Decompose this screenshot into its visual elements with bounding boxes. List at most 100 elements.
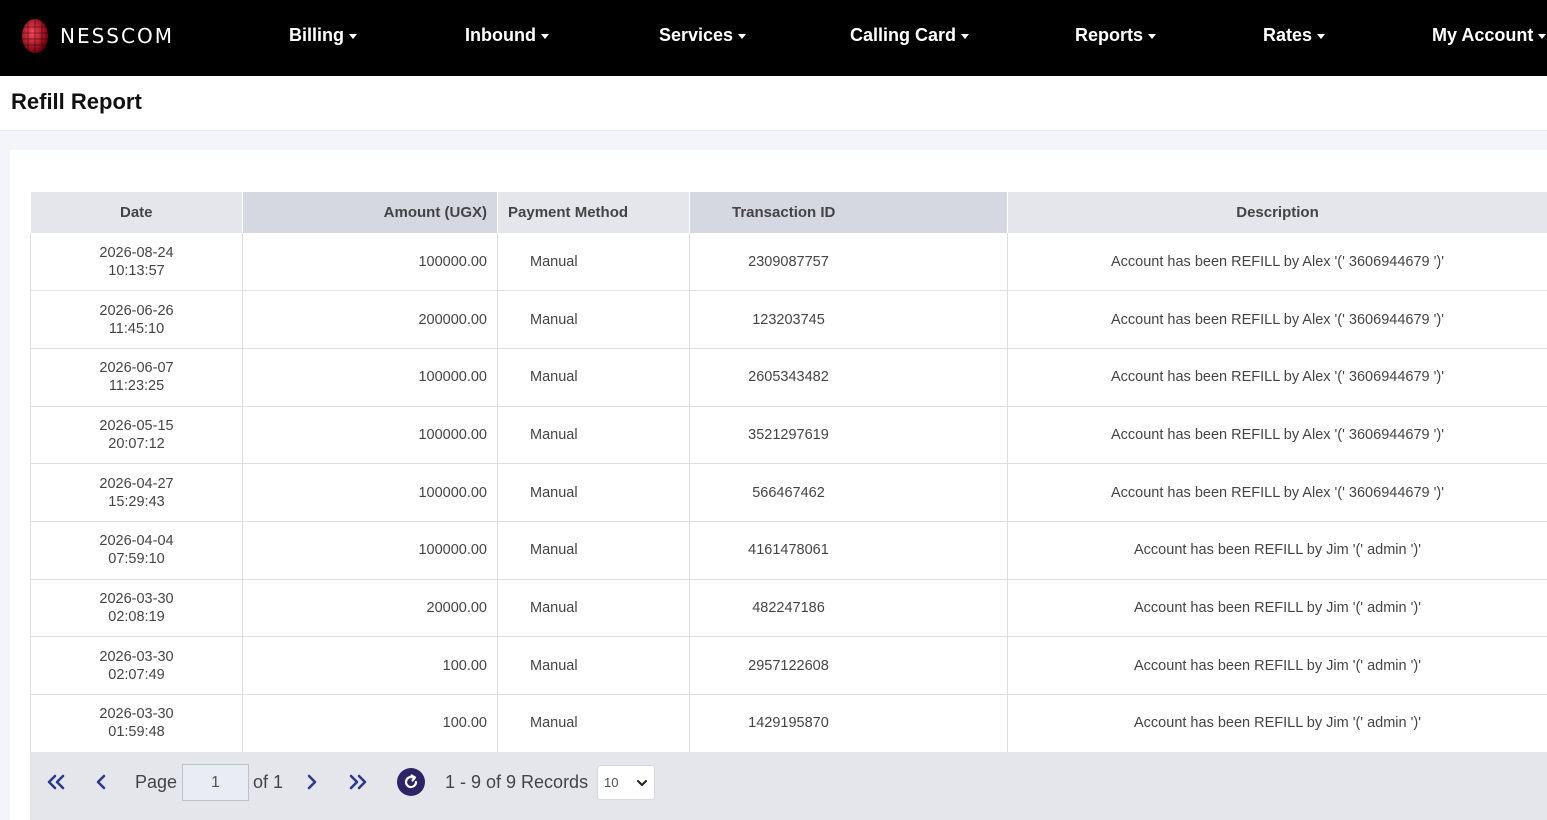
column-header-payment-method[interactable]: Payment Method (497, 192, 690, 233)
cell-date: 2026-03-30 02:07:49 (30, 636, 243, 695)
date-value: 2026-05-15 (99, 417, 174, 434)
cell-transaction-id: 2309087757 (689, 233, 1008, 292)
cell-date: 2026-08-24 10:13:57 (30, 233, 243, 292)
table-row[interactable]: 2026-03-30 01:59:48 100.00 Manual 1429195870… (30, 694, 1547, 753)
nav-label: Billing (289, 24, 344, 45)
cell-description: Account has been REFILL by Alex '(' 3606… (1007, 463, 1547, 522)
first-page-button[interactable] (44, 770, 68, 794)
cell-payment-method: Manual (497, 233, 690, 292)
table-row[interactable]: 2026-04-04 07:59:10 100000.00 Manual 4161478… (30, 521, 1547, 580)
column-header-transaction-id[interactable]: Transaction ID (689, 192, 1008, 233)
time-value: 10:13:57 (108, 262, 165, 279)
date-value: 2026-04-27 (99, 475, 174, 492)
time-value: 01:59:48 (108, 724, 165, 741)
date-value: 2026-08-24 (99, 244, 174, 261)
cell-description: Account has been REFILL by Jim '(' admin… (1007, 579, 1547, 638)
caret-down-icon (961, 33, 970, 39)
refresh-button[interactable] (397, 768, 425, 796)
prev-page-button[interactable] (89, 770, 113, 794)
nav-label: Inbound (465, 24, 536, 45)
cell-description: Account has been REFILL by Jim '(' admin… (1007, 636, 1547, 695)
table-body: 2026-08-24 10:13:57 100000.00 Manual 2309087… (30, 233, 1547, 753)
cell-amount: 100000.00 (242, 521, 498, 580)
time-value: 15:29:43 (108, 493, 165, 510)
cell-description: Account has been REFILL by Jim '(' admin… (1007, 694, 1547, 753)
caret-down-icon (1148, 33, 1157, 39)
cell-transaction-id: 3521297619 (689, 406, 1008, 465)
cell-amount: 100000.00 (242, 406, 498, 465)
cell-description: Account has been REFILL by Alex '(' 3606… (1007, 406, 1547, 465)
chevron-down-icon (637, 780, 647, 786)
date-value: 2026-03-30 (99, 706, 174, 723)
brand-name: NESSCOM (60, 24, 174, 48)
nav-my-account[interactable]: My Account (1432, 22, 1547, 48)
column-header-amount[interactable]: Amount (UGX) (242, 192, 498, 233)
cell-payment-method: Manual (497, 290, 690, 349)
cell-description: Account has been REFILL by Jim '(' admin… (1007, 521, 1547, 580)
refill-report-table: Date Amount (UGX) Payment Method Transac… (30, 192, 1547, 753)
cell-transaction-id: 566467462 (689, 463, 1008, 522)
cell-payment-method: Manual (497, 579, 690, 638)
cell-description: Account has been REFILL by Alex '(' 3606… (1007, 290, 1547, 349)
nav-label: Reports (1075, 24, 1144, 45)
table-header-row: Date Amount (UGX) Payment Method Transac… (30, 192, 1547, 233)
cell-transaction-id: 2605343482 (689, 348, 1008, 407)
top-navbar: NESSCOM Billing Inbound Services Calling… (0, 0, 1547, 76)
nav-billing[interactable]: Billing (289, 22, 357, 48)
cell-date: 2026-06-07 11:23:25 (30, 348, 243, 407)
cell-payment-method: Manual (497, 348, 690, 407)
page-number-input[interactable] (182, 764, 249, 801)
column-header-date[interactable]: Date (30, 192, 243, 233)
cell-amount: 100.00 (242, 636, 498, 695)
page-size-value: 10 (604, 775, 619, 790)
nav-inbound[interactable]: Inbound (465, 22, 549, 48)
table-row[interactable]: 2026-06-07 11:23:25 100000.00 Manual 2605343… (30, 348, 1547, 407)
table-row[interactable]: 2026-04-27 15:29:43 100000.00 Manual 5664674… (30, 463, 1547, 522)
page-of-label: of 1 (253, 771, 284, 792)
table-row[interactable]: 2026-03-30 02:07:49 100.00 Manual 2957122608… (30, 636, 1547, 695)
cell-payment-method: Manual (497, 694, 690, 753)
cell-date: 2026-04-04 07:59:10 (30, 521, 243, 580)
double-chevron-left-icon (47, 774, 65, 790)
time-value: 02:07:49 (108, 666, 165, 683)
nav-calling-card[interactable]: Calling Card (850, 22, 970, 48)
page-header: Refill Report (0, 76, 1547, 131)
nav-reports[interactable]: Reports (1075, 22, 1157, 48)
records-summary: 1 - 9 of 9 Records (445, 771, 589, 792)
cell-transaction-id: 1429195870 (689, 694, 1008, 753)
cell-description: Account has been REFILL by Alex '(' 3606… (1007, 233, 1547, 292)
next-page-button[interactable] (300, 770, 324, 794)
cell-amount: 20000.00 (242, 579, 498, 638)
cell-amount: 200000.00 (242, 290, 498, 349)
double-chevron-right-icon (349, 774, 367, 790)
time-value: 07:59:10 (108, 551, 165, 568)
nav-rates[interactable]: Rates (1263, 22, 1326, 48)
time-value: 02:08:19 (108, 608, 165, 625)
page-size-select[interactable]: 10 (597, 765, 655, 800)
date-value: 2026-06-07 (99, 360, 174, 377)
cell-payment-method: Manual (497, 463, 690, 522)
cell-transaction-id: 123203745 (689, 290, 1008, 349)
cell-date: 2026-03-30 02:08:19 (30, 579, 243, 638)
table-row[interactable]: 2026-05-15 20:07:12 100000.00 Manual 3521297… (30, 406, 1547, 465)
time-value: 20:07:12 (108, 435, 165, 452)
pagination-bar: Page of 1 1 - 9 of 9 Records 10 (30, 752, 1547, 820)
cell-transaction-id: 4161478061 (689, 521, 1008, 580)
cell-transaction-id: 2957122608 (689, 636, 1008, 695)
last-page-button[interactable] (346, 770, 370, 794)
brand-logo[interactable]: NESSCOM (20, 16, 174, 56)
nav-services[interactable]: Services (659, 22, 747, 48)
caret-down-icon (349, 33, 357, 39)
table-row[interactable]: 2026-03-30 02:08:19 20000.00 Manual 48224718… (30, 579, 1547, 638)
column-header-description[interactable]: Description (1007, 192, 1547, 233)
cell-payment-method: Manual (497, 521, 690, 580)
table-row[interactable]: 2026-06-26 11:45:10 200000.00 Manual 1232037… (30, 290, 1547, 349)
caret-down-icon (540, 33, 549, 39)
caret-down-icon (1538, 33, 1547, 39)
date-value: 2026-03-30 (99, 590, 174, 607)
nav-label: Calling Card (850, 24, 957, 45)
page-label: Page (135, 771, 178, 792)
refresh-icon (404, 774, 418, 789)
table-row[interactable]: 2026-08-24 10:13:57 100000.00 Manual 2309087… (30, 233, 1547, 292)
caret-down-icon (1317, 33, 1326, 39)
